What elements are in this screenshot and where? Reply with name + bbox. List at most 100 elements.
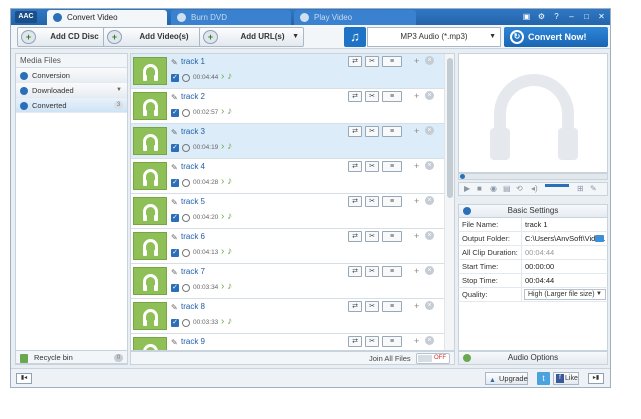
- effects-icon[interactable]: ✎: [590, 184, 597, 193]
- volume-slider[interactable]: [545, 184, 569, 187]
- add-icon[interactable]: +: [414, 336, 419, 346]
- music-note-icon[interactable]: › ♪: [221, 316, 232, 327]
- track-name[interactable]: track 5: [181, 197, 205, 206]
- edit-icon[interactable]: ✎: [171, 198, 178, 207]
- remove-icon[interactable]: ×: [425, 196, 434, 205]
- track-checkbox[interactable]: ✓: [171, 179, 179, 187]
- trim-icon[interactable]: ✂: [365, 91, 379, 102]
- track-name[interactable]: track 4: [181, 162, 205, 171]
- edit-icon[interactable]: ✎: [171, 128, 178, 137]
- sidebar-item-downloaded[interactable]: Downloaded ▼: [16, 83, 127, 98]
- tab-burn-dvd[interactable]: Burn DVD: [171, 10, 291, 25]
- trim-icon[interactable]: ✂: [365, 161, 379, 172]
- edit-icon[interactable]: ✎: [171, 268, 178, 277]
- track-row[interactable]: ✎ track 3 ✓ 00:04:19 › ♪ ⇄ ✂ ≡ + ×: [131, 124, 444, 159]
- convert-now-button[interactable]: ↻ Convert Now!: [504, 27, 608, 47]
- folder-icon[interactable]: ▤: [503, 184, 511, 193]
- facebook-like-button[interactable]: f Like: [553, 372, 579, 385]
- convert-settings-icon[interactable]: ⇄: [348, 161, 362, 172]
- add-icon[interactable]: +: [414, 56, 419, 66]
- effects-icon[interactable]: ≡: [382, 266, 402, 277]
- remove-icon[interactable]: ×: [425, 161, 434, 170]
- tab-convert-video[interactable]: Convert Video: [47, 10, 167, 25]
- sidebar-item-converted[interactable]: Converted 3: [16, 98, 127, 113]
- add-icon[interactable]: +: [414, 91, 419, 101]
- output-folder-field[interactable]: C:\Users\AnvSoft\Vide...: [525, 234, 606, 243]
- convert-settings-icon[interactable]: ⇄: [348, 266, 362, 277]
- effects-icon[interactable]: ≡: [382, 301, 402, 312]
- add-urls-button[interactable]: + Add URL(s) ▼: [199, 27, 304, 47]
- remove-icon[interactable]: ×: [425, 91, 434, 100]
- remove-icon[interactable]: ×: [425, 336, 434, 345]
- edit-icon[interactable]: ✎: [171, 93, 178, 102]
- track-checkbox[interactable]: ✓: [171, 284, 179, 292]
- scrollbar[interactable]: [444, 54, 454, 350]
- add-icon[interactable]: +: [414, 161, 419, 171]
- chevron-down-icon[interactable]: ▼: [116, 83, 122, 98]
- add-icon[interactable]: +: [414, 301, 419, 311]
- quality-select[interactable]: High (Larger file size) ▼: [524, 289, 606, 300]
- effects-icon[interactable]: ≡: [382, 336, 402, 347]
- add-videos-button[interactable]: + Add Video(s): [103, 27, 203, 47]
- crop-icon[interactable]: ⊞: [577, 184, 584, 193]
- music-note-icon[interactable]: › ♪: [221, 141, 232, 152]
- stop-time-field[interactable]: 00:04:44: [525, 276, 554, 285]
- convert-settings-icon[interactable]: ⇄: [348, 126, 362, 137]
- chevron-down-icon[interactable]: ▼: [292, 28, 299, 46]
- music-note-icon[interactable]: › ♪: [221, 281, 232, 292]
- track-name[interactable]: track 3: [181, 127, 205, 136]
- trim-icon[interactable]: ✂: [365, 336, 379, 347]
- track-name[interactable]: track 6: [181, 232, 205, 241]
- track-checkbox[interactable]: ✓: [171, 74, 179, 82]
- start-time-field[interactable]: 00:00:00: [525, 262, 554, 271]
- remove-icon[interactable]: ×: [425, 266, 434, 275]
- add-icon[interactable]: +: [414, 266, 419, 276]
- effects-icon[interactable]: ≡: [382, 56, 402, 67]
- effects-icon[interactable]: ≡: [382, 231, 402, 242]
- effects-icon[interactable]: ≡: [382, 196, 402, 207]
- join-files-toggle[interactable]: OFF: [416, 353, 450, 364]
- remove-icon[interactable]: ×: [425, 231, 434, 240]
- track-row[interactable]: ✎track 9✓› ♪⇄✂≡+×: [131, 334, 444, 350]
- track-row[interactable]: ✎ track 6 ✓ 00:04:13 › ♪ ⇄ ✂ ≡ + ×: [131, 229, 444, 264]
- basic-settings-header[interactable]: Basic Settings: [458, 204, 608, 218]
- browse-folder-icon[interactable]: [595, 235, 604, 242]
- minimize-icon[interactable]: –: [567, 11, 576, 23]
- track-row[interactable]: ✎ track 7 ✓ 00:03:34 › ♪ ⇄ ✂ ≡ + ×: [131, 264, 444, 299]
- add-icon[interactable]: +: [414, 196, 419, 206]
- seek-slider[interactable]: [458, 173, 608, 180]
- edit-icon[interactable]: ✎: [171, 163, 178, 172]
- tab-play-video[interactable]: Play Video: [294, 10, 416, 25]
- effects-icon[interactable]: ≡: [382, 91, 402, 102]
- track-name[interactable]: track 7: [181, 267, 205, 276]
- track-checkbox[interactable]: ✓: [171, 144, 179, 152]
- trim-icon[interactable]: ✂: [365, 196, 379, 207]
- convert-settings-icon[interactable]: ⇄: [348, 196, 362, 207]
- trim-icon[interactable]: ✂: [365, 56, 379, 67]
- snapshot-icon[interactable]: ◉: [490, 184, 497, 193]
- track-row[interactable]: ✎ track 5 ✓ 00:04:20 › ♪ ⇄ ✂ ≡ + ×: [131, 194, 444, 229]
- track-row[interactable]: ✎ track 8 ✓ 00:03:33 › ♪ ⇄ ✂ ≡ + ×: [131, 299, 444, 334]
- seek-knob[interactable]: [460, 174, 465, 179]
- gear-icon[interactable]: ⚙: [537, 11, 546, 23]
- track-checkbox[interactable]: ✓: [171, 109, 179, 117]
- effects-icon[interactable]: ≡: [382, 161, 402, 172]
- convert-settings-icon[interactable]: ⇄: [348, 301, 362, 312]
- music-note-icon[interactable]: › ♪: [221, 71, 232, 82]
- track-row[interactable]: ✎ track 4 ✓ 00:04:28 › ♪ ⇄ ✂ ≡ + ×: [131, 159, 444, 194]
- audio-options-header[interactable]: Audio Options: [458, 351, 608, 365]
- add-icon[interactable]: +: [414, 126, 419, 136]
- add-icon[interactable]: +: [414, 231, 419, 241]
- edit-icon[interactable]: ✎: [171, 58, 178, 67]
- track-name[interactable]: track 1: [181, 57, 205, 66]
- trim-icon[interactable]: ✂: [365, 231, 379, 242]
- edit-icon[interactable]: ✎: [171, 338, 178, 347]
- twitter-icon[interactable]: t: [537, 372, 550, 385]
- volume-icon[interactable]: ◂): [531, 184, 538, 193]
- trim-icon[interactable]: ✂: [365, 266, 379, 277]
- track-checkbox[interactable]: ✓: [171, 249, 179, 257]
- upgrade-button[interactable]: ▲ Upgrade: [485, 372, 528, 385]
- screen-icon[interactable]: ▣: [522, 11, 531, 23]
- track-checkbox[interactable]: ✓: [171, 319, 179, 327]
- track-checkbox[interactable]: ✓: [171, 214, 179, 222]
